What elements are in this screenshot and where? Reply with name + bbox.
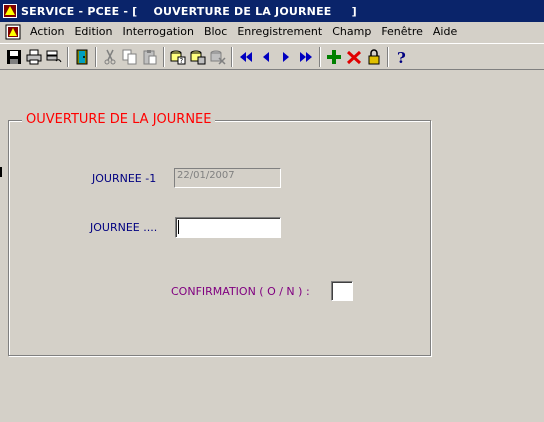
insert-record-icon[interactable] bbox=[324, 46, 344, 68]
toolbar-separator bbox=[95, 46, 97, 67]
menu-fenetre[interactable]: Fenêtre bbox=[376, 23, 428, 41]
frame-marker bbox=[0, 167, 2, 177]
previous-day-label: JOURNEE -1 bbox=[92, 172, 157, 185]
help-icon[interactable]: ? bbox=[392, 46, 412, 68]
day-field[interactable] bbox=[175, 217, 281, 238]
form-frame bbox=[8, 120, 431, 356]
delete-record-icon[interactable] bbox=[344, 46, 364, 68]
previous-day-field: 22/01/2007 bbox=[174, 168, 281, 188]
menu-action[interactable]: Action bbox=[25, 23, 69, 41]
menu-edition[interactable]: Edition bbox=[69, 23, 117, 41]
window-title: SERVICE - PCEE - [ OUVERTURE DE LA JOURN… bbox=[21, 4, 357, 18]
toolbar-separator bbox=[163, 46, 165, 67]
document-icon[interactable] bbox=[5, 24, 21, 40]
next-record-icon[interactable] bbox=[276, 46, 296, 68]
confirmation-field[interactable] bbox=[331, 281, 353, 301]
execute-query-icon[interactable] bbox=[188, 46, 208, 68]
menu-bar: Action Edition Interrogation Bloc Enregi… bbox=[0, 22, 544, 42]
lock-record-icon[interactable] bbox=[364, 46, 384, 68]
day-label: JOURNEE .... bbox=[90, 221, 158, 234]
title-bar: SERVICE - PCEE - [ OUVERTURE DE LA JOURN… bbox=[0, 0, 544, 22]
exit-door-icon[interactable] bbox=[72, 46, 92, 68]
print-setup-icon[interactable] bbox=[44, 46, 64, 68]
save-icon[interactable] bbox=[4, 46, 24, 68]
toolbar-separator bbox=[319, 46, 321, 67]
toolbar-separator bbox=[67, 46, 69, 67]
menu-enregistrement[interactable]: Enregistrement bbox=[232, 23, 327, 41]
menu-bloc[interactable]: Bloc bbox=[199, 23, 232, 41]
toolbar: ? ? bbox=[0, 43, 544, 70]
first-record-icon[interactable] bbox=[236, 46, 256, 68]
cut-icon[interactable] bbox=[100, 46, 120, 68]
confirmation-label: CONFIRMATION ( O / N ) : bbox=[171, 285, 310, 298]
query-icon[interactable]: ? bbox=[168, 46, 188, 68]
text-cursor bbox=[178, 220, 179, 234]
menu-interrogation[interactable]: Interrogation bbox=[118, 23, 199, 41]
svg-text:?: ? bbox=[397, 49, 406, 65]
toolbar-separator bbox=[387, 46, 389, 67]
print-icon[interactable] bbox=[24, 46, 44, 68]
menu-champ[interactable]: Champ bbox=[327, 23, 376, 41]
toolbar-separator bbox=[231, 46, 233, 67]
previous-record-icon[interactable] bbox=[256, 46, 276, 68]
paste-icon[interactable] bbox=[140, 46, 160, 68]
form-title: OUVERTURE DE LA JOURNEE bbox=[22, 111, 216, 129]
copy-icon[interactable] bbox=[120, 46, 140, 68]
svg-text:?: ? bbox=[180, 57, 184, 65]
last-record-icon[interactable] bbox=[296, 46, 316, 68]
menu-aide[interactable]: Aide bbox=[428, 23, 462, 41]
cancel-query-icon[interactable] bbox=[208, 46, 228, 68]
app-icon bbox=[3, 4, 17, 18]
